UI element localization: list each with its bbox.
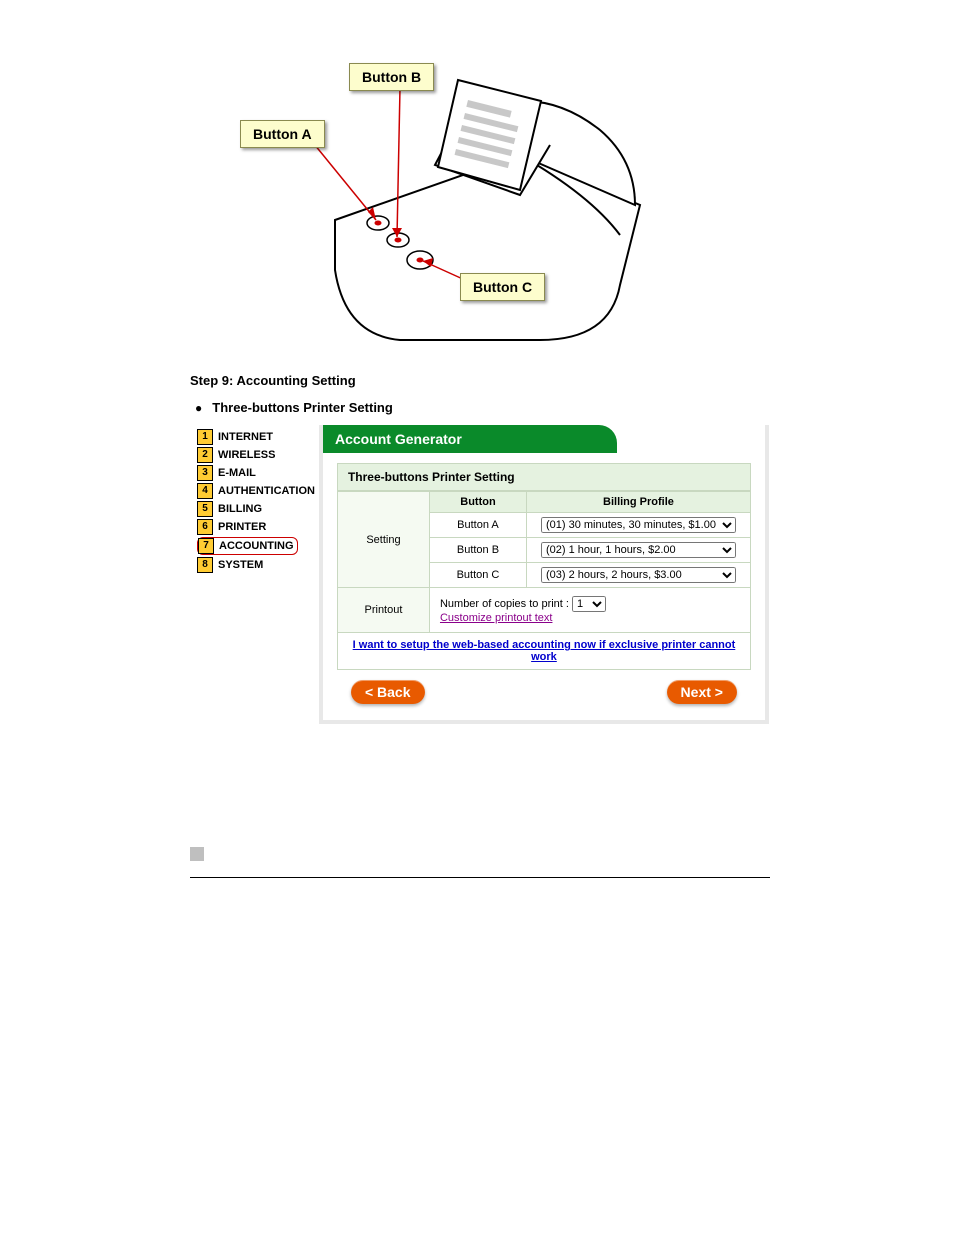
col-profile: Billing Profile <box>526 492 750 513</box>
step-number: 7 <box>198 538 214 554</box>
cell-profile: (03) 2 hours, 2 hours, $3.00 <box>526 563 750 588</box>
web-accounting-link[interactable]: I want to setup the web-based accounting… <box>338 633 750 669</box>
cell-profile: (01) 30 minutes, 30 minutes, $1.00 <box>526 513 750 538</box>
sidebar-item-billing[interactable]: 5 BILLING <box>197 501 315 517</box>
cell-button: Button C <box>429 563 526 588</box>
sidebar-item-label: PRINTER <box>218 521 266 533</box>
copies-select[interactable]: 1 <box>572 596 606 612</box>
step-heading: Step 9: Accounting Setting <box>190 373 356 388</box>
customize-printout-link[interactable]: Customize printout text <box>440 612 553 624</box>
footer-marker <box>190 847 204 861</box>
step-number: 3 <box>197 465 213 481</box>
sidebar-item-system[interactable]: 8 SYSTEM <box>197 557 315 573</box>
callout-button-a: Button A <box>240 120 325 148</box>
col-button: Button <box>429 492 526 513</box>
section-bullet: Three-buttons Printer Setting <box>195 400 393 415</box>
step-number: 1 <box>197 429 213 445</box>
profile-select-a[interactable]: (01) 30 minutes, 30 minutes, $1.00 <box>541 517 736 533</box>
profile-select-c[interactable]: (03) 2 hours, 2 hours, $3.00 <box>541 567 736 583</box>
section-title: Three-buttons Printer Setting <box>337 463 751 491</box>
printout-group-label: Printout <box>337 588 429 633</box>
cell-button: Button A <box>429 513 526 538</box>
panel-tab: Account Generator <box>323 425 617 453</box>
step-number: 4 <box>197 483 213 499</box>
sidebar-item-internet[interactable]: 1 INTERNET <box>197 429 315 445</box>
copies-label: Number of copies to print : <box>440 598 569 610</box>
back-button[interactable]: < Back <box>351 680 425 704</box>
callout-button-c: Button C <box>460 273 545 301</box>
account-generator-panel: Account Generator Three-buttons Printer … <box>319 425 769 724</box>
sidebar-item-email[interactable]: 3 E-MAIL <box>197 465 315 481</box>
sidebar-item-wireless[interactable]: 2 WIRELESS <box>197 447 315 463</box>
settings-table: Setting Button Billing Profile Button A … <box>337 491 751 670</box>
sidebar-item-label: E-MAIL <box>218 467 256 479</box>
wizard-sidebar: 1 INTERNET 2 WIRELESS 3 E-MAIL 4 AUTHENT… <box>195 425 317 724</box>
sidebar-item-accounting[interactable]: 7 ACCOUNTING <box>197 537 315 555</box>
step-number: 6 <box>197 519 213 535</box>
step-number: 2 <box>197 447 213 463</box>
next-button[interactable]: Next > <box>667 680 737 704</box>
profile-select-b[interactable]: (02) 1 hour, 1 hours, $2.00 <box>541 542 736 558</box>
sidebar-item-label: BILLING <box>218 503 262 515</box>
cell-profile: (02) 1 hour, 1 hours, $2.00 <box>526 538 750 563</box>
setting-group-label: Setting <box>337 492 429 588</box>
sidebar-item-printer[interactable]: 6 PRINTER <box>197 519 315 535</box>
sidebar-item-label: INTERNET <box>218 431 273 443</box>
sidebar-item-label: ACCOUNTING <box>219 540 294 552</box>
step-number: 8 <box>197 557 213 573</box>
printer-diagram: Button A Button B Button C <box>190 45 770 355</box>
callout-button-b: Button B <box>349 63 434 91</box>
step-number: 5 <box>197 501 213 517</box>
sidebar-item-label: WIRELESS <box>218 449 275 461</box>
cell-button: Button B <box>429 538 526 563</box>
sidebar-item-authentication[interactable]: 4 AUTHENTICATION <box>197 483 315 499</box>
footer-rule <box>190 877 770 878</box>
sidebar-item-label: AUTHENTICATION <box>218 485 315 497</box>
sidebar-item-label: SYSTEM <box>218 559 263 571</box>
